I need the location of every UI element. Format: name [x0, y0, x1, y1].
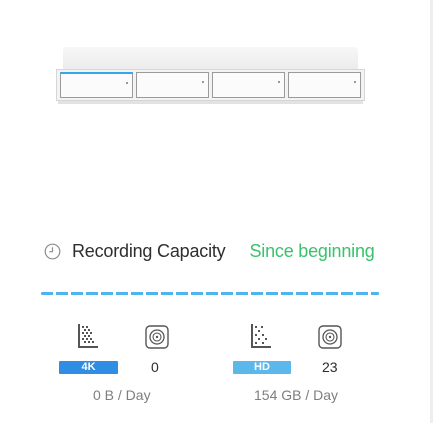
storage-rate-hd: 154 GB / Day [254, 387, 339, 403]
hard-disk-icon [318, 325, 342, 349]
device-top [63, 47, 358, 69]
nvr-device-image [55, 47, 366, 105]
clock-icon [44, 243, 61, 259]
drive-bay-3 [212, 72, 285, 98]
hard-disk-icon [145, 325, 169, 349]
resolution-density-icon [78, 324, 98, 348]
camera-count-hd: 23 [322, 359, 338, 375]
drive-bay-4 [288, 72, 361, 98]
resolution-badge-hd: HD [233, 361, 291, 374]
resolution-density-icon [251, 324, 271, 348]
resolution-badge-4k: 4K [59, 361, 118, 374]
device-front [56, 69, 365, 101]
drive-bay-1 [60, 72, 133, 98]
recording-stats: 4K 0 0 B / Day HD 23 154 GB / Day [0, 320, 433, 410]
time-range-selector[interactable]: Since beginning [249, 241, 374, 262]
drive-bay-2 [136, 72, 209, 98]
recording-capacity-header: Recording Capacity Since beginning [44, 240, 375, 262]
camera-count-4k: 0 [151, 359, 159, 375]
capacity-timeline-bar [41, 292, 379, 295]
device-base [58, 101, 363, 104]
storage-rate-4k: 0 B / Day [93, 387, 151, 403]
recording-capacity-title: Recording Capacity [72, 240, 226, 261]
